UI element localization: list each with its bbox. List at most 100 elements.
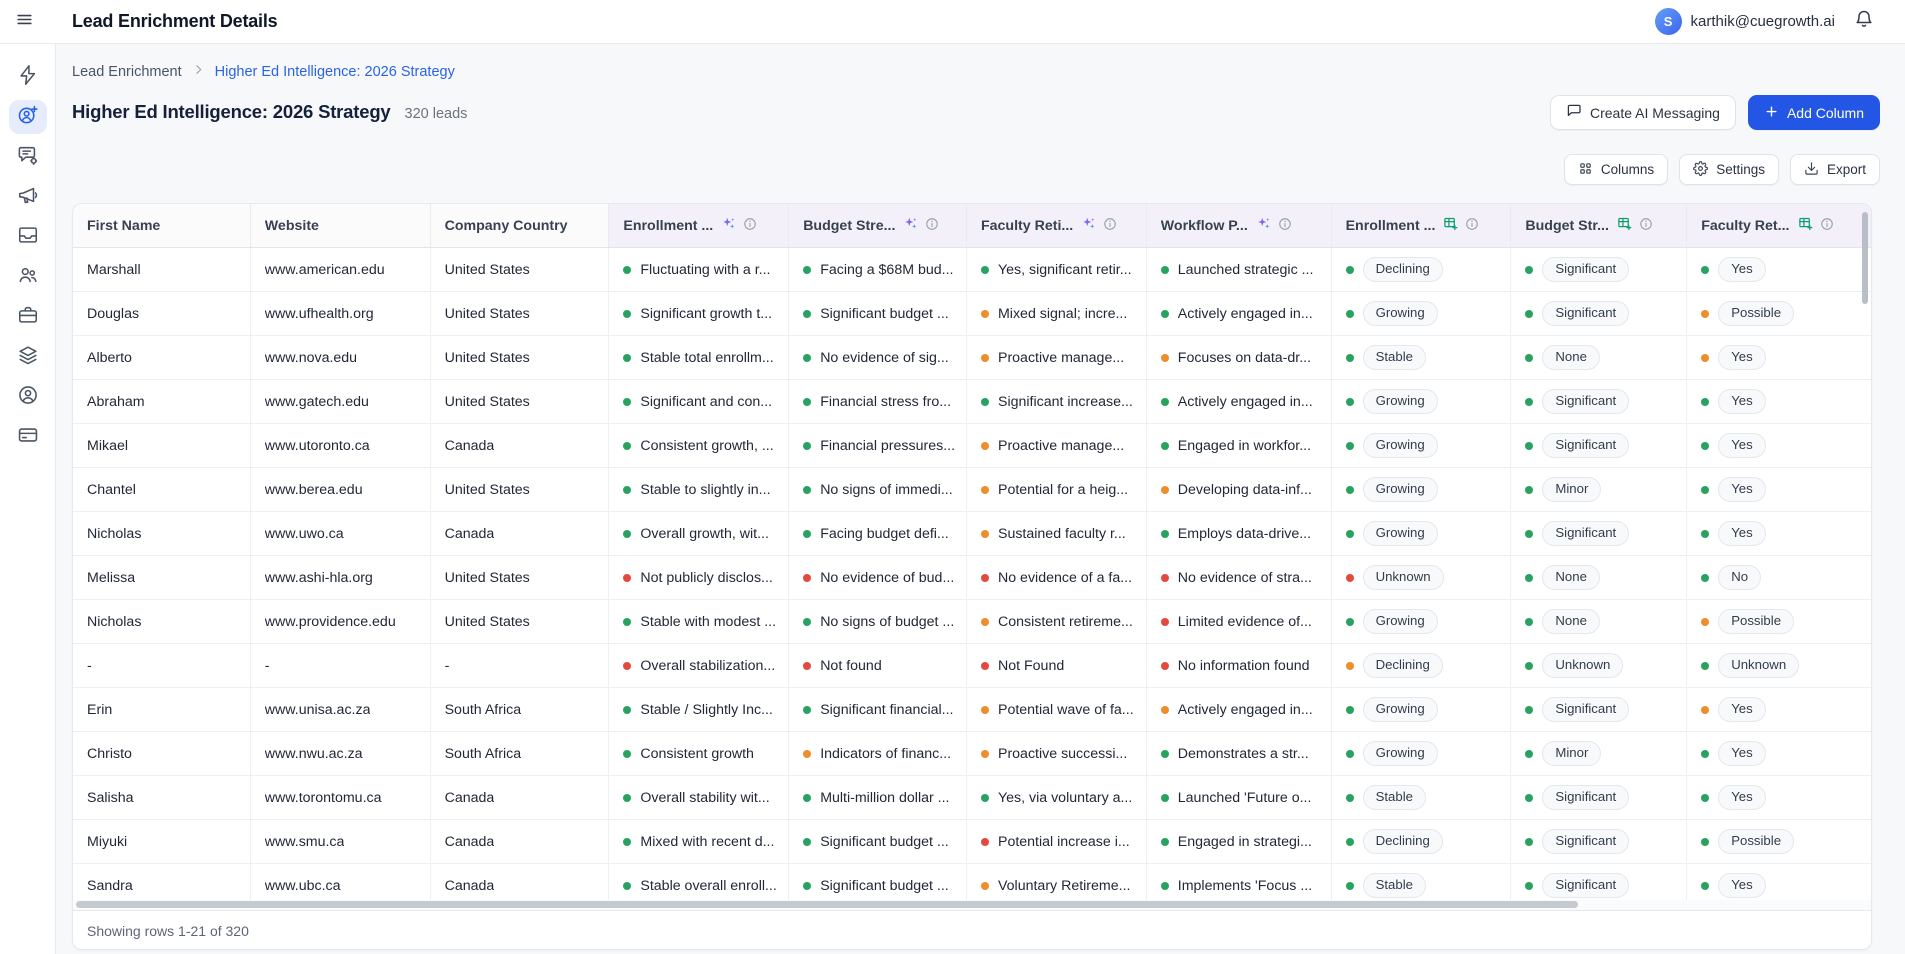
cell[interactable]: Significant <box>1511 380 1688 423</box>
cell[interactable]: Not Found <box>967 644 1147 687</box>
breadcrumb-current-link[interactable]: Higher Ed Intelligence: 2026 Strategy <box>215 64 455 80</box>
cell[interactable]: Overall growth, wit... <box>609 512 790 555</box>
cell[interactable]: Douglas <box>73 292 251 335</box>
cell[interactable]: Significant growth t... <box>609 292 790 335</box>
sidebar-item-megaphone[interactable] <box>9 180 47 214</box>
cell[interactable]: Indicators of financ... <box>789 732 967 775</box>
cell[interactable]: Launched strategic ... <box>1147 248 1332 291</box>
cell[interactable]: None <box>1511 600 1688 643</box>
cell[interactable]: Yes <box>1687 776 1871 819</box>
sidebar-item-credit-card[interactable] <box>9 420 47 454</box>
cell[interactable]: No evidence of bud... <box>789 556 967 599</box>
cell[interactable]: www.nova.edu <box>251 336 431 379</box>
cell[interactable]: www.torontomu.ca <box>251 776 431 819</box>
header-cell-9[interactable]: Faculty Ret... <box>1687 204 1871 247</box>
cell[interactable]: - <box>251 644 431 687</box>
cell[interactable]: Growing <box>1332 732 1512 775</box>
cell[interactable]: Facing a $68M bud... <box>789 248 967 291</box>
cell[interactable]: Unknown <box>1687 644 1871 687</box>
header-cell-6[interactable]: Workflow P... <box>1146 204 1332 247</box>
cell[interactable]: www.nwu.ac.za <box>251 732 431 775</box>
cell[interactable]: Significant budget ... <box>789 820 967 863</box>
cell[interactable]: Chantel <box>73 468 251 511</box>
cell[interactable]: Growing <box>1332 424 1512 467</box>
cell[interactable]: Yes, significant retir... <box>967 248 1147 291</box>
sidebar-item-chat-settings[interactable] <box>9 140 47 174</box>
cell[interactable]: United States <box>431 248 610 291</box>
info-icon[interactable] <box>1465 217 1479 235</box>
cell[interactable]: Engaged in workfor... <box>1147 424 1332 467</box>
cell[interactable]: Mikael <box>73 424 251 467</box>
cell[interactable]: www.ashi-hla.org <box>251 556 431 599</box>
horizontal-scrollbar[interactable] <box>76 901 1578 908</box>
cell[interactable]: www.gatech.edu <box>251 380 431 423</box>
cell[interactable]: Actively engaged in... <box>1147 688 1332 731</box>
header-cell-1[interactable]: Website <box>250 204 431 247</box>
sidebar-item-briefcase[interactable] <box>9 300 47 334</box>
cell[interactable]: Canada <box>431 864 610 900</box>
cell[interactable]: Growing <box>1332 468 1512 511</box>
breadcrumb-parent-link[interactable]: Lead Enrichment <box>72 64 182 80</box>
cell[interactable]: Yes <box>1687 732 1871 775</box>
cell[interactable]: www.ubc.ca <box>251 864 431 900</box>
cell[interactable]: Declining <box>1332 644 1512 687</box>
cell[interactable]: Unknown <box>1332 556 1512 599</box>
cell[interactable]: Yes <box>1687 336 1871 379</box>
sidebar-item-users[interactable] <box>9 260 47 294</box>
cell[interactable]: United States <box>431 292 610 335</box>
export-button[interactable]: Export <box>1789 154 1880 185</box>
cell[interactable]: No signs of immedi... <box>789 468 967 511</box>
cell[interactable]: Multi-million dollar ... <box>789 776 967 819</box>
cell[interactable]: Significant <box>1511 292 1688 335</box>
cell[interactable]: Stable with modest ... <box>609 600 790 643</box>
cell[interactable]: Voluntary Retireme... <box>967 864 1147 900</box>
cell[interactable]: Launched 'Future o... <box>1147 776 1332 819</box>
cell[interactable]: Significant and con... <box>609 380 790 423</box>
sidebar-item-enrich-user-plus[interactable] <box>8 100 47 134</box>
cell[interactable]: Alberto <box>73 336 251 379</box>
vertical-scrollbar[interactable] <box>1862 212 1868 304</box>
cell[interactable]: Consistent growth <box>609 732 790 775</box>
cell[interactable]: Stable <box>1332 336 1512 379</box>
cell[interactable]: No evidence of a fa... <box>967 556 1147 599</box>
cell[interactable]: Yes <box>1687 512 1871 555</box>
cell[interactable]: Potential increase i... <box>967 820 1147 863</box>
cell[interactable]: Consistent growth, ... <box>609 424 790 467</box>
cell[interactable]: Declining <box>1332 820 1512 863</box>
cell[interactable]: Proactive successi... <box>967 732 1147 775</box>
cell[interactable]: Yes, via voluntary a... <box>967 776 1147 819</box>
cell[interactable]: Growing <box>1332 380 1512 423</box>
cell[interactable]: United States <box>431 600 610 643</box>
cell[interactable]: Abraham <box>73 380 251 423</box>
cell[interactable]: Significant financial... <box>789 688 967 731</box>
cell[interactable]: Mixed with recent d... <box>609 820 790 863</box>
notifications-button[interactable] <box>1847 5 1881 39</box>
cell[interactable]: Yes <box>1687 688 1871 731</box>
header-cell-3[interactable]: Enrollment ... <box>609 204 790 247</box>
cell[interactable]: None <box>1511 556 1688 599</box>
cell[interactable]: Proactive manage... <box>967 424 1147 467</box>
cell[interactable]: Yes <box>1687 424 1871 467</box>
info-icon[interactable] <box>1278 217 1292 235</box>
cell[interactable]: www.unisa.ac.za <box>251 688 431 731</box>
cell[interactable]: Stable to slightly in... <box>609 468 790 511</box>
cell[interactable]: None <box>1511 336 1688 379</box>
cell[interactable]: Minor <box>1511 732 1688 775</box>
cell[interactable]: Significant budget ... <box>789 292 967 335</box>
header-cell-5[interactable]: Faculty Reti... <box>966 204 1147 247</box>
cell[interactable]: Significant <box>1511 424 1688 467</box>
cell[interactable]: www.uwo.ca <box>251 512 431 555</box>
cell[interactable]: Limited evidence of... <box>1147 600 1332 643</box>
cell[interactable]: United States <box>431 380 610 423</box>
cell[interactable]: Canada <box>431 512 610 555</box>
cell[interactable]: Not found <box>789 644 967 687</box>
cell[interactable]: Minor <box>1511 468 1688 511</box>
header-cell-2[interactable]: Company Country <box>430 204 610 247</box>
cell[interactable]: No signs of budget ... <box>789 600 967 643</box>
cell[interactable]: Yes <box>1687 864 1871 900</box>
sidebar-item-lightning[interactable] <box>9 60 47 94</box>
cell[interactable]: United States <box>431 336 610 379</box>
account-button[interactable]: S karthik@cuegrowth.ai <box>1654 8 1835 35</box>
cell[interactable]: Implements 'Focus ... <box>1147 864 1332 900</box>
info-icon[interactable] <box>1103 217 1117 235</box>
